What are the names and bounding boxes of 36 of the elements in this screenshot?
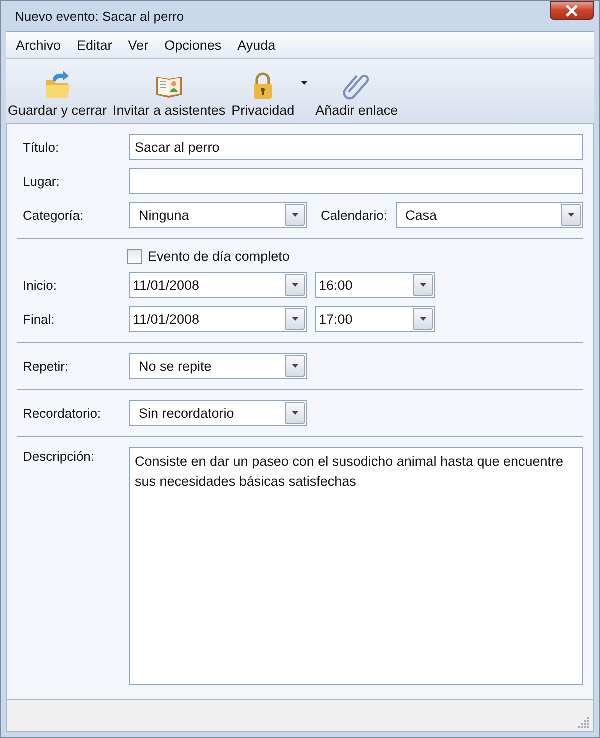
toolbar-button[interactable]: Invitar a asistentes	[111, 71, 228, 118]
field-label: Final:	[22, 312, 56, 326]
field-label: Título:	[22, 140, 60, 154]
date-dropdown[interactable]: 11/01/2008	[129, 306, 307, 332]
toolbar-button[interactable]: Privacidad	[230, 71, 297, 118]
window-title: Nuevo evento: Sacar al perro	[15, 8, 184, 24]
category-dropdown[interactable]: Ninguna	[129, 202, 307, 228]
menu-item[interactable]: Opciones	[158, 38, 232, 52]
menu-item[interactable]: Ayuda	[232, 38, 286, 52]
calendar-dropdown[interactable]: Casa	[396, 202, 583, 228]
field-label: Categoría:	[22, 208, 85, 222]
location-field[interactable]	[129, 168, 583, 194]
resize-grip-icon[interactable]	[578, 716, 590, 728]
field-label: Recordatorio:	[22, 406, 102, 420]
title-field[interactable]: Sacar al perro	[129, 134, 583, 160]
description-field[interactable]: Consiste en dar un paseo con el susodicho animal hasta que encuentre sus necesidades básicas satisfechas	[129, 447, 583, 685]
field-label: Repetir:	[22, 358, 70, 374]
menu-item[interactable]: Editar	[71, 38, 122, 52]
menu-item[interactable]: Archivo	[10, 38, 72, 52]
toolbar-button[interactable]: Añadir enlace	[314, 71, 400, 118]
date-dropdown[interactable]: 11/01/2008	[129, 272, 307, 298]
caret-icon[interactable]	[300, 81, 308, 85]
all-day-checkbox[interactable]	[127, 249, 142, 264]
field-label: Lugar:	[22, 174, 61, 188]
close-button[interactable]	[550, 1, 594, 20]
repeat-dropdown[interactable]: No se repite	[129, 353, 307, 379]
checkbox-label[interactable]: Evento de día completo	[148, 249, 290, 264]
toolbar-button[interactable]: Guardar y cerrar	[6, 71, 110, 118]
field-label: Inicio:	[22, 278, 58, 292]
field-label: Descripción:	[22, 448, 96, 466]
time-dropdown[interactable]: 17:00	[315, 306, 435, 332]
menu-item[interactable]: Ver	[122, 38, 159, 52]
field-label: Calendario:	[321, 208, 388, 222]
close-icon	[564, 4, 580, 16]
reminder-dropdown[interactable]: Sin recordatorio	[129, 400, 307, 426]
time-dropdown[interactable]: 16:00	[315, 272, 435, 298]
